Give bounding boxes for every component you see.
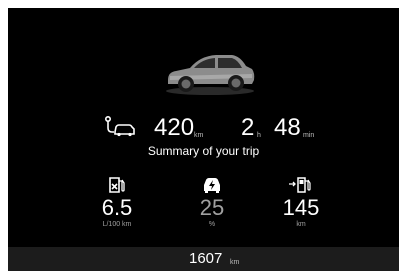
car-image — [166, 55, 255, 95]
fuel-consumption-value: 6.5 — [101, 195, 133, 220]
trip-summary-screen: 420 km 2 h 48 min Summary of your trip 6… — [8, 8, 399, 271]
distance-unit: km — [194, 132, 204, 139]
duration-hours-value: 2 — [241, 114, 255, 141]
fuel-consumption-icon — [109, 177, 125, 193]
route-car-icon — [104, 115, 135, 137]
odometer-unit: km — [230, 259, 240, 266]
fuel-range-value: 145 — [282, 195, 320, 220]
trip-metrics-row: 420 km 2 h 48 min — [8, 110, 399, 144]
electric-share-unit: % — [208, 221, 216, 228]
electric-drive-icon — [204, 178, 220, 193]
fuel-consumption-unit: L/100 km — [102, 221, 132, 228]
fuel-range-icon — [289, 177, 311, 193]
duration-minutes-unit: min — [303, 132, 315, 139]
duration-hours-unit: h — [257, 132, 261, 139]
duration-minutes-value: 48 — [274, 114, 301, 141]
fuel-range-unit: km — [296, 221, 306, 228]
summary-title: Summary of your trip — [147, 144, 260, 158]
odometer-value: 1607 — [189, 250, 223, 267]
odometer-bar: 1607 km — [8, 247, 399, 271]
electric-share-value: 25 — [199, 195, 225, 220]
distance-value: 420 — [154, 114, 195, 141]
